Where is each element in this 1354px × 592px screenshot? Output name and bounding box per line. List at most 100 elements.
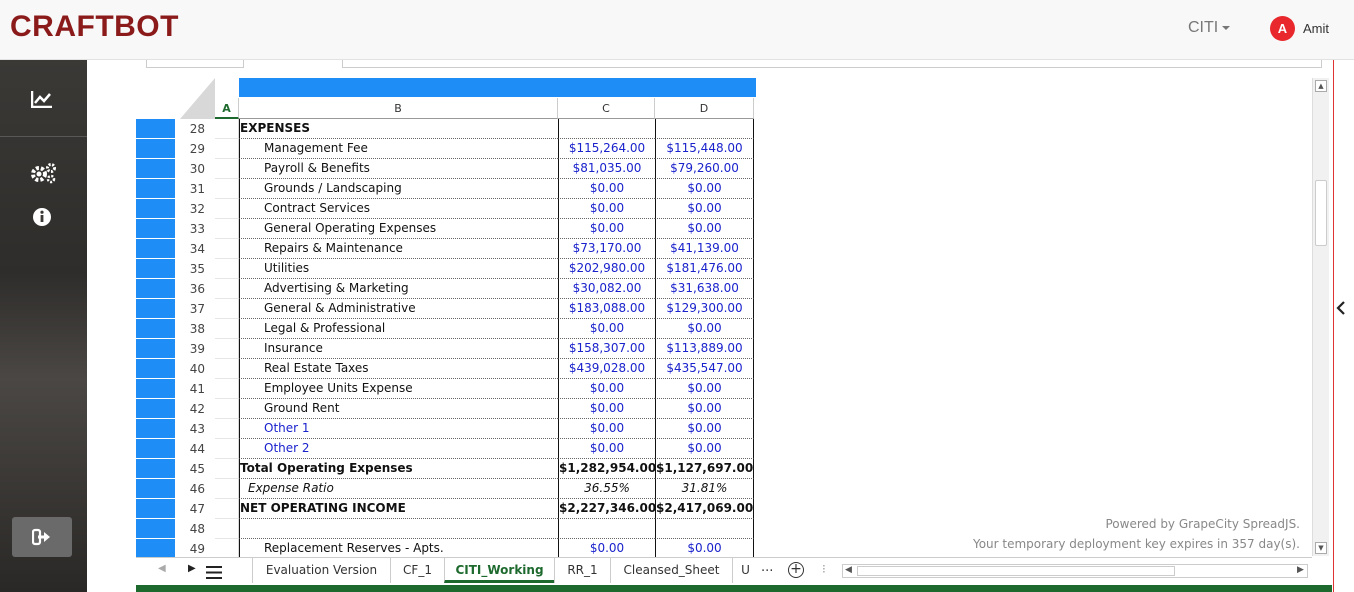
username[interactable]: Amit [1303,21,1329,36]
cell-b-label[interactable]: Other 1 [239,419,558,439]
cell-c-value[interactable] [558,519,655,539]
cell-b-label[interactable]: Repairs & Maintenance [239,239,558,259]
cell-d-value[interactable]: $129,300.00 [655,299,754,319]
cell-a[interactable] [215,439,239,459]
cell-d-value[interactable]: $0.00 [655,319,754,339]
cell-b-label[interactable]: Contract Services [239,199,558,219]
cell-d-value[interactable]: $1,127,697.00 [655,459,754,479]
sheet-tab[interactable]: RR_1 [554,558,610,583]
cell-b-label[interactable]: Other 2 [239,439,558,459]
cell-a[interactable] [215,519,239,539]
cell-c-value[interactable]: $202,980.00 [558,259,655,279]
cell-d-value[interactable]: $0.00 [655,199,754,219]
cell-c-value[interactable]: $0.00 [558,199,655,219]
cell-c-value[interactable]: $183,088.00 [558,299,655,319]
cell-c-value[interactable]: $158,307.00 [558,339,655,359]
column-header-d[interactable]: D [655,98,754,119]
hscroll-right-icon[interactable]: ▶ [1297,565,1304,575]
cell-c-value[interactable]: $115,264.00 [558,139,655,159]
cell-b-label[interactable]: Ground Rent [239,399,558,419]
cell-b-label[interactable]: Payroll & Benefits [239,159,558,179]
cell-c-value[interactable]: 36.55% [558,479,655,499]
avatar[interactable]: A [1270,16,1295,41]
hscroll-left-icon[interactable]: ◀ [845,565,852,575]
cell-d-value[interactable]: $2,417,069.00 [655,499,754,519]
cell-a[interactable] [215,539,239,559]
cell-b-label[interactable]: Replacement Reserves - Apts. [239,539,558,559]
cell-d-value[interactable] [655,519,754,539]
cell-d-value[interactable]: $113,889.00 [655,339,754,359]
cell-b-label[interactable]: EXPENSES [239,119,558,139]
sheet-tab[interactable]: Cleansed_Sheet [610,558,732,583]
scroll-up-icon[interactable]: ▲ [1315,80,1327,92]
cell-a[interactable] [215,239,239,259]
vertical-scroll-thumb[interactable] [1315,180,1327,246]
cell-b-label[interactable]: Legal & Professional [239,319,558,339]
cell-c-value[interactable]: $0.00 [558,439,655,459]
cell-a[interactable] [215,179,239,199]
cell-c-value[interactable]: $0.00 [558,219,655,239]
more-tabs-icon[interactable]: ... [761,560,773,575]
cell-d-value[interactable]: $0.00 [655,539,754,559]
cell-a[interactable] [215,219,239,239]
cell-a[interactable] [215,159,239,179]
sheet-tab[interactable]: Evaluation Version [252,558,390,583]
cell-b-label[interactable]: Advertising & Marketing [239,279,558,299]
cell-c-value[interactable]: $0.00 [558,379,655,399]
cell-a[interactable] [215,119,239,139]
cell-b-label[interactable]: Grounds / Landscaping [239,179,558,199]
cell-a[interactable] [215,359,239,379]
cell-d-value[interactable]: $435,547.00 [655,359,754,379]
gears-icon[interactable] [29,162,57,188]
cell-b-label[interactable]: Insurance [239,339,558,359]
cell-a[interactable] [215,259,239,279]
cell-d-value[interactable]: $0.00 [655,379,754,399]
cell-d-value[interactable]: $115,448.00 [655,139,754,159]
cell-b-label[interactable]: General & Administrative [239,299,558,319]
column-header-b[interactable]: B [239,98,558,119]
cell-c-value[interactable]: $0.00 [558,319,655,339]
cell-d-value[interactable]: $79,260.00 [655,159,754,179]
select-all-corner[interactable] [180,78,215,119]
org-dropdown[interactable]: CITI [1188,19,1231,37]
cell-c-value[interactable]: $0.00 [558,399,655,419]
cell-d-value[interactable]: $41,139.00 [655,239,754,259]
spreadsheet[interactable]: A B C D 28 EXPENSES 29 Management Fee $115,2… [136,78,1312,559]
sheet-tab[interactable]: CF_1 [390,558,444,583]
chevron-left-icon[interactable] [1336,300,1346,321]
cell-d-value[interactable]: $0.00 [655,179,754,199]
cell-c-value[interactable]: $0.00 [558,179,655,199]
tab-nav-prev-icon[interactable]: ◀ [158,563,166,574]
tab-splitter-handle[interactable]: ⁝ [822,562,826,576]
horizontal-scrollbar[interactable]: ◀ ▶ [842,564,1308,578]
cell-c-value[interactable]: $2,227,346.00 [558,499,656,519]
cell-b-label[interactable] [239,519,558,539]
name-box[interactable] [146,60,244,68]
chart-icon[interactable] [30,90,53,112]
cell-c-value[interactable]: $0.00 [558,419,655,439]
cell-a[interactable] [215,279,239,299]
sheet-tab[interactable]: U [732,558,758,583]
cell-c-value[interactable]: $73,170.00 [558,239,655,259]
cell-d-value[interactable]: $31,638.00 [655,279,754,299]
cell-a[interactable] [215,479,239,499]
column-header-c[interactable]: C [558,98,655,119]
scroll-down-icon[interactable]: ▼ [1315,542,1327,554]
cell-b-label[interactable]: Management Fee [239,139,558,159]
cell-c-value[interactable]: $0.00 [558,539,655,559]
cell-a[interactable] [215,199,239,219]
cell-d-value[interactable]: $181,476.00 [655,259,754,279]
column-header-a[interactable]: A [215,98,239,119]
cell-a[interactable] [215,339,239,359]
vertical-scrollbar[interactable]: ▲ ▼ [1312,78,1329,556]
horizontal-scroll-thumb[interactable] [857,566,1175,576]
cell-b-label[interactable]: Expense Ratio [239,479,558,499]
tab-nav-next-icon[interactable]: ▶ [188,563,196,574]
cell-b-label[interactable]: Real Estate Taxes [239,359,558,379]
cell-a[interactable] [215,459,239,479]
cell-c-value[interactable]: $439,028.00 [558,359,655,379]
cell-b-label[interactable]: Employee Units Expense [239,379,558,399]
cell-a[interactable] [215,379,239,399]
cell-c-value[interactable]: $81,035.00 [558,159,655,179]
cell-b-label[interactable]: Utilities [239,259,558,279]
